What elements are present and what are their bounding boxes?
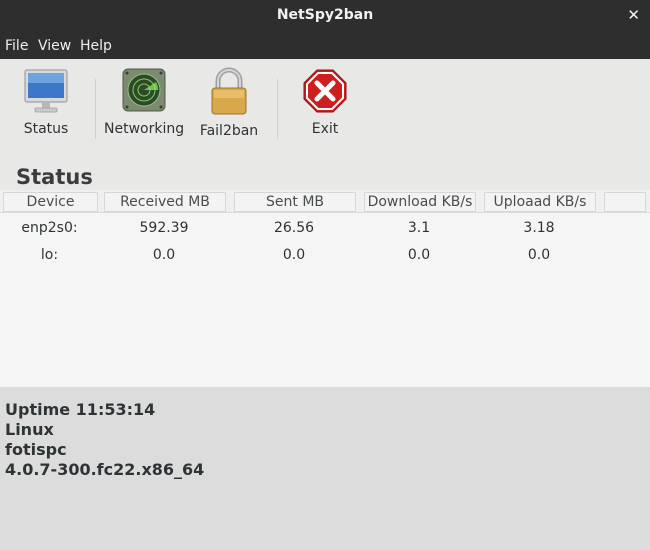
status-button[interactable]: Status — [16, 67, 76, 137]
radar-icon — [122, 68, 166, 112]
column-header-device[interactable]: Device — [3, 192, 98, 212]
table-header: Device Received MB Sent MB Download KB/s… — [0, 190, 650, 213]
column-header-download[interactable]: Download KB/s — [364, 192, 476, 212]
upload-cell: 3.18 — [523, 220, 555, 236]
stop-x-icon — [303, 69, 347, 113]
networking-label: Networking — [104, 121, 185, 137]
toolbar-separator — [277, 79, 278, 139]
sent-cell: 0.0 — [282, 247, 306, 263]
device-cell: enp2s0: — [21, 220, 78, 236]
device-cell: lo: — [40, 247, 59, 263]
kernel-text: 4.0.7-300.fc22.x86_64 — [5, 460, 205, 479]
menu-help[interactable]: Help — [80, 38, 112, 54]
status-label: Status — [23, 121, 69, 137]
column-header-filler — [604, 192, 646, 212]
title-bar: NetSpy2ban ✕ — [0, 0, 650, 34]
received-cell: 0.0 — [152, 247, 176, 263]
section-title: Status — [16, 165, 93, 189]
menu-bar: File View Help — [0, 34, 650, 59]
exit-label: Exit — [311, 121, 339, 137]
system-info-panel: Uptime 11:53:14 Linux fotispc 4.0.7-300.… — [0, 387, 650, 550]
column-header-sent[interactable]: Sent MB — [234, 192, 356, 212]
toolbar-separator — [95, 79, 96, 139]
uptime-text: Uptime 11:53:14 — [5, 400, 156, 419]
toolbar: Status Networking Fail2ban Exit — [0, 59, 650, 151]
os-text: Linux — [5, 420, 54, 439]
status-table: Device Received MB Sent MB Download KB/s… — [0, 190, 650, 387]
download-cell: 3.1 — [407, 220, 431, 236]
fail2ban-button[interactable]: Fail2ban — [198, 67, 260, 139]
hostname-text: fotispc — [5, 440, 67, 459]
received-cell: 592.39 — [139, 220, 189, 236]
upload-cell: 0.0 — [527, 247, 551, 263]
fail2ban-label: Fail2ban — [199, 123, 259, 139]
sent-cell: 26.56 — [273, 220, 315, 236]
close-icon[interactable]: ✕ — [627, 6, 640, 24]
column-header-upload[interactable]: Uploaad KB/s — [484, 192, 596, 212]
column-header-received[interactable]: Received MB — [104, 192, 226, 212]
networking-button[interactable]: Networking — [104, 67, 184, 137]
menu-file[interactable]: File — [5, 38, 28, 54]
monitor-icon — [24, 69, 68, 113]
window-title: NetSpy2ban — [276, 7, 374, 23]
menu-view[interactable]: View — [38, 38, 71, 54]
exit-button[interactable]: Exit — [295, 67, 355, 137]
download-cell: 0.0 — [407, 247, 431, 263]
padlock-icon — [211, 67, 247, 115]
